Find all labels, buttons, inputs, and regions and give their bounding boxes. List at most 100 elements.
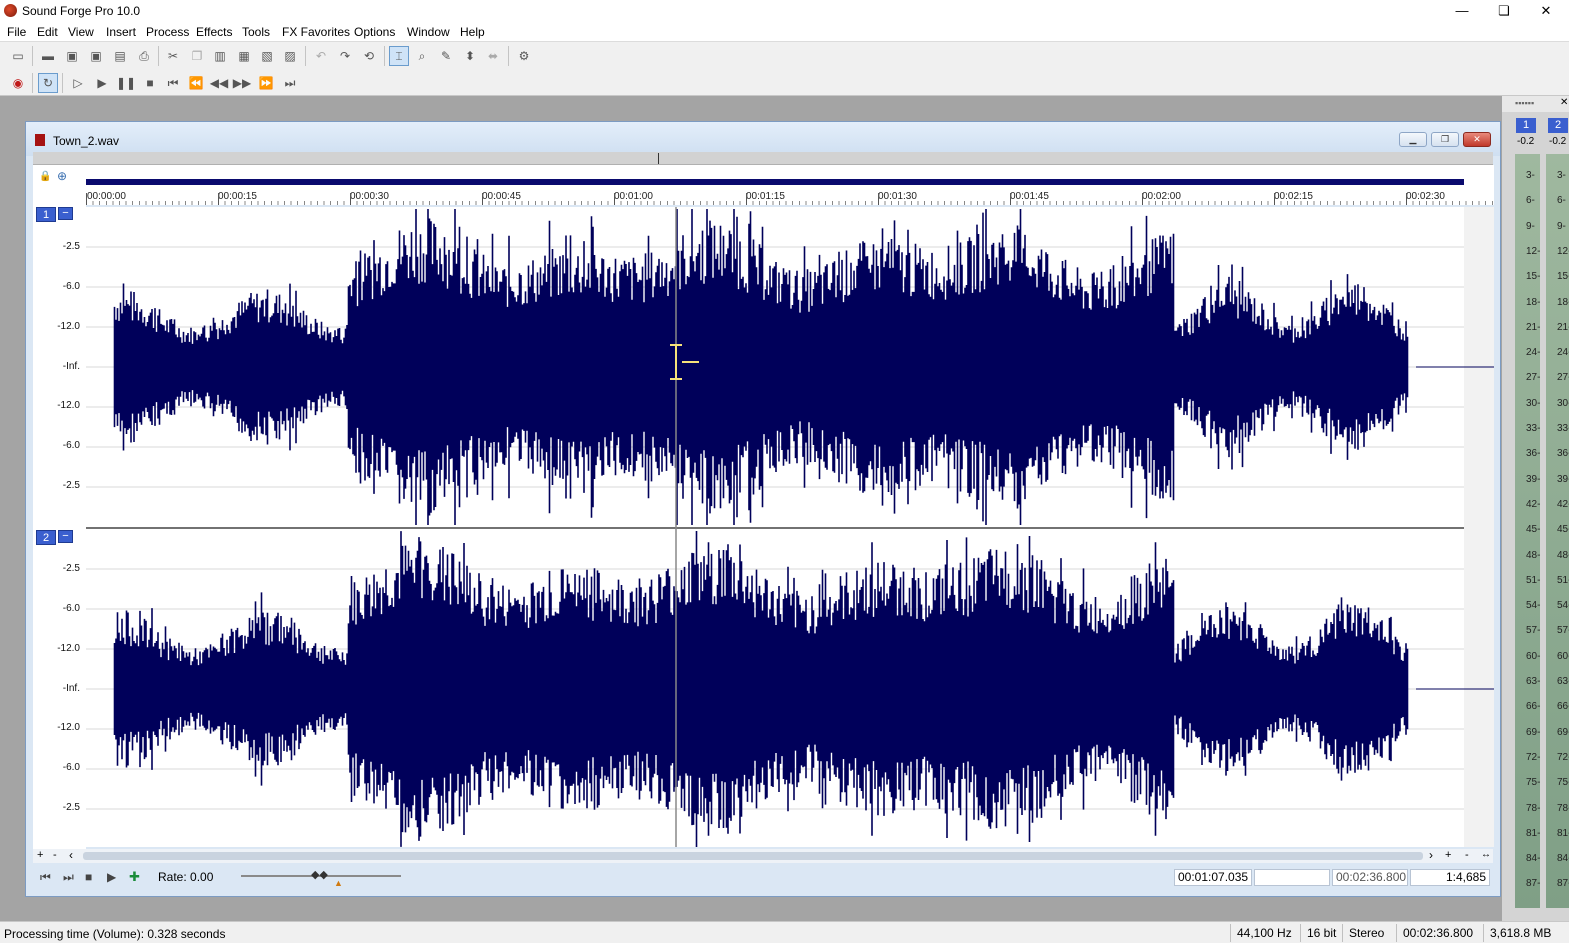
go-to-end-icon[interactable]: ⏭ xyxy=(63,870,74,885)
overview-bar[interactable] xyxy=(33,152,1493,165)
meter-peak-1[interactable]: -0.2 xyxy=(1517,136,1534,147)
meter-close-icon[interactable]: ✕ xyxy=(1560,97,1568,108)
menu-fx-favorites[interactable]: FX Favorites xyxy=(282,25,350,39)
meter-scale-label: 9- xyxy=(1557,220,1566,232)
record-icon[interactable]: ◉ xyxy=(8,73,28,93)
menu-process[interactable]: Process xyxy=(146,25,189,39)
meter-scale-label: 69- xyxy=(1526,726,1541,738)
trim-icon[interactable]: ▨ xyxy=(280,46,300,66)
loop-playback-icon[interactable]: ↻ xyxy=(38,73,58,93)
menu-view[interactable]: View xyxy=(68,25,94,39)
play-icon[interactable]: ▶ xyxy=(92,73,112,93)
play-icon[interactable]: ▶ xyxy=(107,870,116,884)
meter-scale-label: 66- xyxy=(1526,701,1541,713)
waveform-display[interactable] xyxy=(86,207,1494,847)
zoom-out-horizontal-icon[interactable]: - xyxy=(1465,849,1469,861)
copy-icon[interactable]: ❐ xyxy=(187,46,207,66)
go-to-start-icon[interactable]: ⏮ xyxy=(163,73,183,93)
horizontal-scrollbar[interactable]: + - ‹ › + - ↔ xyxy=(33,848,1493,863)
close-button[interactable]: ✕ xyxy=(1526,0,1566,22)
doc-close-button[interactable]: ✕ xyxy=(1463,132,1491,147)
status-message: Processing time (Volume): 0.328 seconds xyxy=(4,927,226,941)
channel-2-minimize-icon[interactable]: − xyxy=(58,530,73,543)
menu-edit[interactable]: Edit xyxy=(37,25,58,39)
doc-restore-button[interactable]: ❐ xyxy=(1431,132,1459,147)
menu-options[interactable]: Options xyxy=(354,25,395,39)
status-bit-depth[interactable]: 16 bit xyxy=(1300,924,1342,942)
menu-effects[interactable]: Effects xyxy=(196,25,232,39)
db-label: -12.0 xyxy=(57,321,80,332)
play-all-icon[interactable]: ▷ xyxy=(68,73,88,93)
new-file-icon[interactable]: ▭ xyxy=(8,46,28,66)
cursor-position-field[interactable]: 00:01:07.035 xyxy=(1174,869,1252,886)
print-icon[interactable]: ⎙ xyxy=(134,46,154,66)
meter-scale-label: 72- xyxy=(1526,751,1541,763)
rate-slider-thumb[interactable]: ◆◆ xyxy=(311,868,328,881)
waveform-svg[interactable] xyxy=(86,207,1494,847)
scroll-thumb[interactable] xyxy=(83,852,1423,860)
menu-insert[interactable]: Insert xyxy=(106,25,136,39)
meter-scale-label: 42- xyxy=(1526,498,1541,510)
channel-1-badge[interactable]: 1 xyxy=(36,207,56,222)
cut-icon[interactable]: ✂ xyxy=(163,46,183,66)
zoom-in-vertical-icon[interactable]: + xyxy=(37,849,43,861)
redo-icon[interactable]: ↷ xyxy=(335,46,355,66)
zoom-out-vertical-icon[interactable]: - xyxy=(53,849,57,861)
pencil-tool-icon[interactable]: ✎ xyxy=(436,46,456,66)
meter-scale-label: 57- xyxy=(1557,625,1569,637)
play-as-sample-icon[interactable]: ✚ xyxy=(129,869,140,885)
db-label: -12.0 xyxy=(57,643,80,654)
doc-minimize-button[interactable]: ▁ xyxy=(1399,132,1427,147)
status-channels[interactable]: Stereo xyxy=(1342,924,1390,942)
meter-scale-label: 6- xyxy=(1557,195,1566,207)
edit-tool-icon[interactable]: ⌶ xyxy=(389,46,409,66)
rewind-icon[interactable]: ◀◀ xyxy=(209,73,229,93)
stop-icon[interactable]: ■ xyxy=(85,870,92,884)
scroll-right-icon[interactable]: › xyxy=(1429,848,1433,862)
magnify-tool-icon[interactable]: ⌕ xyxy=(412,46,432,66)
fast-forward-icon[interactable]: ▶▶ xyxy=(232,73,252,93)
envelope-tool-icon[interactable]: ⬍ xyxy=(460,46,480,66)
render-icon[interactable]: ▤ xyxy=(110,46,130,66)
meter-header: ▪▪▪▪▪▪ ✕ xyxy=(1502,96,1569,112)
ruler-tick xyxy=(1142,193,1143,205)
paste-special-icon[interactable]: ▧ xyxy=(257,46,277,66)
open-folder-icon[interactable]: ▬ xyxy=(38,46,58,66)
undo-icon[interactable]: ↶ xyxy=(311,46,331,66)
mix-icon[interactable]: ▦ xyxy=(234,46,254,66)
lock-icon[interactable]: 🔒 xyxy=(39,171,51,182)
menu-help[interactable]: Help xyxy=(460,25,485,39)
save-icon[interactable]: ▣ xyxy=(62,46,82,66)
previous-icon[interactable]: ⏪ xyxy=(186,73,206,93)
meter-scale-label: 54- xyxy=(1526,600,1541,612)
go-to-start-icon[interactable]: ⏮ xyxy=(40,870,51,885)
menu-file[interactable]: File xyxy=(7,25,26,39)
event-tool-icon[interactable]: ⬌ xyxy=(483,46,503,66)
maximize-button[interactable]: ❏ xyxy=(1484,0,1524,22)
zoom-fit-icon[interactable]: ↔ xyxy=(1481,849,1491,860)
playbar[interactable] xyxy=(86,179,1464,185)
status-sample-rate[interactable]: 44,100 Hz xyxy=(1230,924,1298,942)
channel-1-minimize-icon[interactable]: − xyxy=(58,207,73,220)
next-icon[interactable]: ⏩ xyxy=(256,73,276,93)
rate-label: Rate: 0.00 xyxy=(158,870,214,884)
save-as-icon[interactable]: ▣ xyxy=(86,46,106,66)
time-ruler[interactable]: 00:00:00 00:00:15 00:00:30 00:00:45 00:0… xyxy=(86,165,1494,205)
snap-icon[interactable]: ⚙ xyxy=(514,46,534,66)
stop-icon[interactable]: ■ xyxy=(140,73,160,93)
go-to-end-icon[interactable]: ⏭ xyxy=(280,73,300,93)
meter-scale-label: 60- xyxy=(1526,650,1541,662)
scroll-left-icon[interactable]: ‹ xyxy=(69,848,73,862)
meter-peak-2[interactable]: -0.2 xyxy=(1549,136,1566,147)
minimize-button[interactable]: — xyxy=(1442,0,1482,22)
pause-icon[interactable]: ❚❚ xyxy=(116,73,136,93)
selection-length-field[interactable] xyxy=(1254,869,1330,886)
menu-tools[interactable]: Tools xyxy=(242,25,270,39)
ruler-options-icon[interactable]: ⊕ xyxy=(57,169,67,183)
zoom-ratio-field[interactable]: 1:4,685 xyxy=(1410,869,1490,886)
repeat-icon[interactable]: ⟲ xyxy=(359,46,379,66)
paste-icon[interactable]: ▥ xyxy=(210,46,230,66)
channel-2-badge[interactable]: 2 xyxy=(36,530,56,545)
zoom-in-horizontal-icon[interactable]: + xyxy=(1445,849,1451,861)
menu-window[interactable]: Window xyxy=(407,25,450,39)
